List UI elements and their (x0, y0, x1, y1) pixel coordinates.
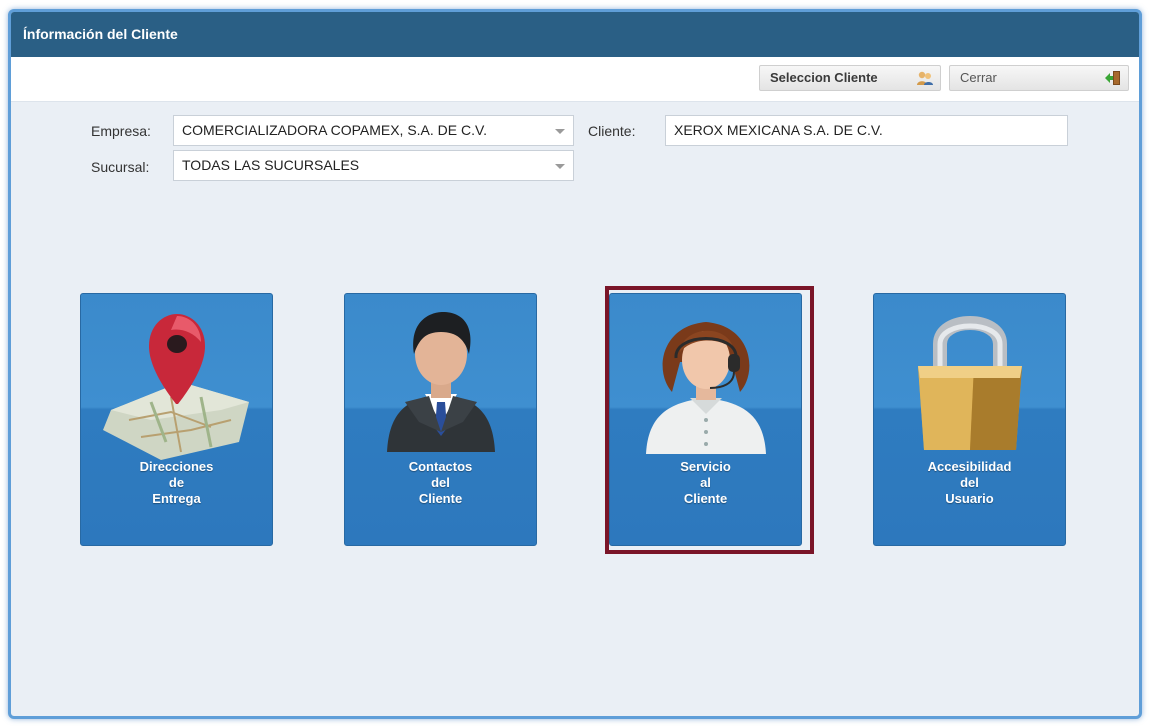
chevron-down-icon (555, 129, 565, 134)
tile-customer-service[interactable]: Servicio al Cliente (609, 293, 802, 546)
padlock-icon (918, 316, 1022, 450)
empresa-select[interactable]: COMERCIALIZADORA COPAMEX, S.A. DE C.V. (173, 115, 574, 146)
tile-user-accessibility[interactable]: Accesibilidad del Usuario (873, 293, 1066, 546)
window-title: Ínformación del Cliente (11, 12, 1139, 57)
chevron-down-icon (555, 164, 565, 169)
tile-delivery-addresses[interactable]: Direcciones de Entrega (80, 293, 273, 546)
headset-agent-icon (646, 322, 766, 454)
close-label: Cerrar (960, 70, 997, 85)
cliente-label: Cliente: (588, 123, 636, 139)
tile-caption: Servicio al Cliente (680, 459, 731, 506)
sucursal-label: Sucursal: (91, 159, 150, 175)
tile-caption: Direcciones de Entrega (139, 459, 214, 506)
tile-client-contacts[interactable]: Contactos del Cliente (344, 293, 537, 546)
sucursal-select[interactable]: TODAS LAS SUCURSALES (173, 150, 574, 181)
select-client-button[interactable]: Seleccion Cliente (759, 65, 941, 91)
businessman-icon (387, 312, 495, 452)
close-button[interactable]: Cerrar (949, 65, 1129, 91)
exit-door-icon (1105, 71, 1120, 85)
cliente-field[interactable]: XEROX MEXICANA S.A. DE C.V. (665, 115, 1068, 146)
empresa-value: COMERCIALIZADORA COPAMEX, S.A. DE C.V. (182, 122, 487, 138)
toolbar: Seleccion Cliente Cerrar (11, 57, 1139, 102)
tile-caption: Contactos del Cliente (408, 459, 473, 506)
sucursal-value: TODAS LAS SUCURSALES (182, 157, 360, 173)
client-info-window: Ínformación del Cliente Seleccion Client… (8, 9, 1142, 719)
tile-caption: Accesibilidad del Usuario (927, 459, 1012, 506)
users-search-icon (917, 71, 933, 85)
cliente-value: XEROX MEXICANA S.A. DE C.V. (674, 122, 883, 138)
select-client-label: Seleccion Cliente (770, 70, 878, 85)
empresa-label: Empresa: (91, 123, 151, 139)
map-pin-icon (103, 314, 249, 460)
